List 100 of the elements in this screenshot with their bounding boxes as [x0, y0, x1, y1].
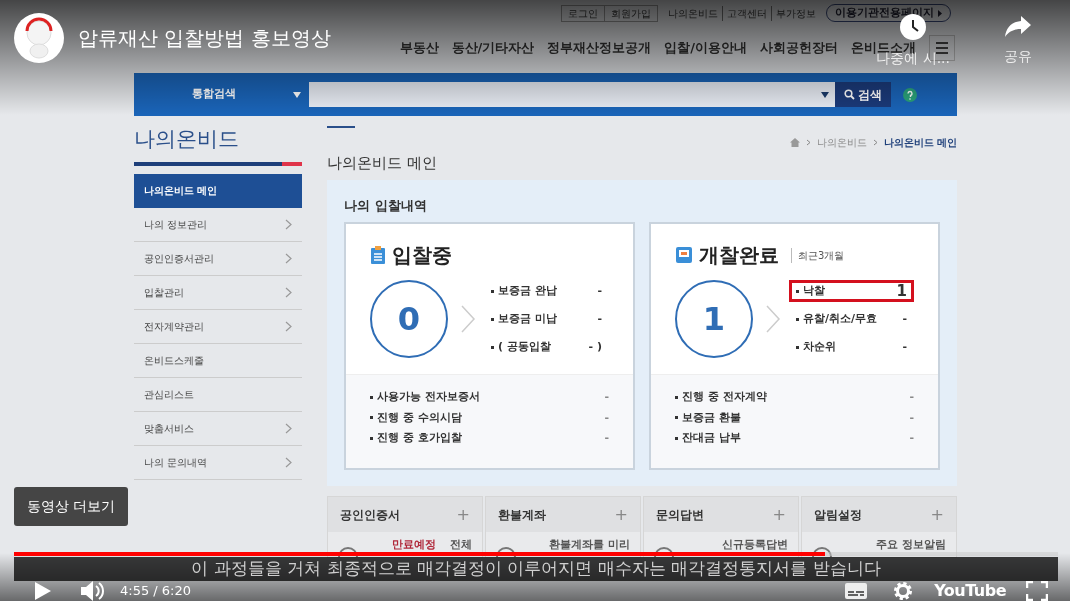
captions-icon[interactable] — [844, 582, 869, 600]
search-field[interactable] — [309, 82, 835, 107]
monitor-icon — [675, 246, 693, 264]
menu-icon — [935, 42, 949, 54]
bullet-icon — [491, 289, 494, 293]
footer-label: 보증금 환불 — [682, 409, 741, 426]
quick-card-text: 환불계좌를 미리 — [549, 537, 630, 553]
status-label: 보증금 미납 — [498, 310, 557, 327]
share-icon[interactable] — [1004, 14, 1032, 38]
nav-link[interactable]: 부동산 — [399, 38, 439, 58]
nav-link[interactable]: 동산/기타자산 — [451, 38, 535, 58]
breadcrumb-chevron-icon — [872, 139, 878, 146]
bullet-icon — [370, 416, 373, 420]
footer-label: 진행 중 전자계약 — [682, 389, 767, 405]
footer-label: 진행 중 호가입찰 — [377, 430, 462, 446]
breadcrumb-chevron-icon — [805, 139, 811, 146]
footer-label: 진행 중 수의시담 — [377, 409, 462, 426]
search-icon — [844, 89, 855, 100]
chevron-icon — [285, 457, 292, 468]
caret-icon — [293, 91, 301, 98]
status-label: 유찰/취소/무효 — [803, 310, 878, 327]
breadcrumb-link[interactable]: 나의온비드 메인 — [883, 135, 957, 150]
caret-icon — [821, 91, 829, 98]
add-button[interactable]: + — [456, 502, 470, 527]
status-value: 1 — [896, 280, 907, 302]
nav-link[interactable]: 입찰/이용안내 — [664, 38, 747, 58]
chevron-icon — [765, 304, 781, 334]
youtube-logo[interactable]: YouTube — [934, 582, 1006, 600]
bullet-icon — [370, 395, 373, 399]
breadcrumb-link[interactable]: 나의온비드 — [816, 135, 867, 150]
bullet-icon — [491, 317, 494, 321]
add-button[interactable]: + — [614, 502, 628, 527]
card-title: 개찰완료 — [699, 242, 779, 269]
sidebar-item[interactable]: 나의 정보관리 — [134, 208, 302, 242]
video-title[interactable]: 압류재산 입찰방법 홍보영상 — [78, 23, 331, 53]
footer-value: - — [604, 409, 609, 426]
info-link[interactable]: 나의온비드 — [668, 5, 718, 21]
bullet-icon — [796, 345, 799, 349]
bullet-icon — [675, 436, 678, 440]
status-value: - ) — [588, 338, 602, 355]
sidebar-item[interactable]: 온비드스케줄 — [134, 344, 302, 378]
info-link[interactable]: 고객센터 — [722, 5, 767, 21]
fullscreen-icon[interactable] — [1026, 581, 1048, 601]
sidebar-item[interactable]: 입찰관리 — [134, 276, 302, 310]
nav-link[interactable]: 사회공헌장터 — [760, 38, 838, 58]
bullet-icon — [370, 436, 373, 440]
subtitle-text: 이 과정들을 거쳐 최종적으로 매각결정이 이루어지면 매수자는 매각결정통지서를 받습니다 — [191, 557, 881, 581]
help-icon[interactable] — [903, 87, 917, 102]
footer-value: - — [909, 409, 914, 426]
settings-icon[interactable] — [892, 580, 915, 601]
quick-card-title: 문의답변 — [656, 506, 704, 524]
sidebar-item[interactable]: 나의온비드 메인 — [134, 174, 302, 208]
chevron-icon — [285, 219, 292, 230]
play-icon — [34, 581, 52, 601]
caret-icon — [938, 9, 942, 17]
status-label: 낙찰 — [803, 282, 825, 299]
card-title: 입찰중 — [392, 242, 452, 269]
footer-label: 잔대금 납부 — [682, 430, 741, 446]
category-dropdown[interactable]: 통합검색 — [134, 86, 309, 103]
sidebar-title: 나의온비드 — [134, 126, 240, 153]
quick-card-title: 알림설정 — [814, 506, 862, 524]
footer-value: - — [604, 389, 609, 405]
bullet-icon — [796, 289, 799, 293]
quick-card-text: 신규등록답변 — [722, 537, 788, 553]
bullet-icon — [796, 317, 799, 321]
status-value: - — [597, 310, 602, 327]
bullet-icon — [675, 416, 678, 420]
quick-card-title: 환불계좌 — [498, 506, 546, 524]
sidebar-item[interactable]: 전자계약관리 — [134, 310, 302, 344]
footer-label: 사용가능 전자보증서 — [377, 389, 480, 405]
bullet-icon — [491, 345, 494, 349]
clipboard-icon — [370, 245, 386, 265]
progress-track[interactable] — [14, 552, 1058, 556]
more-videos-button[interactable]: 동영상 더보기 — [14, 487, 129, 526]
add-button[interactable]: + — [772, 502, 786, 527]
info-link[interactable]: 부가정보 — [771, 5, 816, 21]
search-button[interactable]: 검색 — [835, 82, 891, 107]
sidebar-item[interactable]: 관심리스트 — [134, 378, 302, 412]
share-label[interactable]: 공유 — [1004, 46, 1032, 67]
account-link[interactable]: 로그인 — [562, 5, 605, 21]
chevron-icon — [285, 287, 292, 298]
volume-icon[interactable] — [80, 580, 106, 601]
sidebar-item[interactable]: 공인인증서관리 — [134, 242, 302, 276]
status-label: 보증금 완납 — [498, 282, 557, 299]
quick-card-text: 주요 정보알림 — [876, 537, 946, 553]
footer-value: - — [909, 430, 914, 446]
footer-value: - — [604, 430, 609, 446]
quick-card-title: 공인인증서 — [340, 506, 400, 524]
channel-avatar[interactable] — [14, 13, 64, 63]
chevron-icon — [285, 321, 292, 332]
sidebar-item[interactable]: 나의 문의내역 — [134, 446, 302, 480]
account-link[interactable]: 회원가입 — [605, 5, 657, 21]
chevron-icon — [285, 253, 292, 264]
nav-link[interactable]: 정부재산정보공개 — [547, 38, 652, 58]
chevron-icon — [460, 304, 476, 334]
sidebar-item[interactable]: 맞춤서비스 — [134, 412, 302, 446]
status-value: - — [597, 282, 602, 299]
add-button[interactable]: + — [930, 502, 944, 527]
time-display: 4:55 / 6:20 — [120, 582, 192, 601]
quick-card-text: 만료예정 — [392, 537, 436, 553]
